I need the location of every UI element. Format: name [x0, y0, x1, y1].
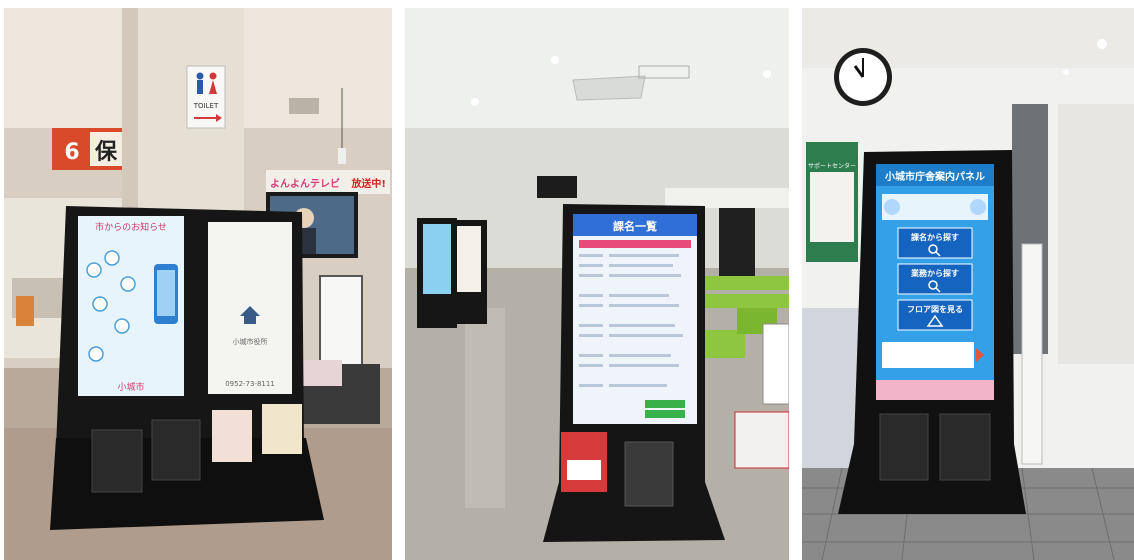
pamphlet-holder — [151, 419, 201, 481]
kiosk-screen-left-header: 市からのお知らせ — [95, 221, 167, 233]
standing-sign — [319, 275, 363, 367]
kiosk-info-box — [882, 342, 974, 368]
ceiling-light — [471, 98, 479, 106]
button-label: 課名から探す — [911, 232, 959, 242]
hanging-tv — [537, 176, 577, 198]
poster-title: サポートセンター — [808, 162, 856, 170]
kiosk-title: 小城市庁舎案内パネル — [884, 170, 985, 183]
waiting-chairs — [701, 276, 789, 290]
person-icon — [104, 250, 120, 266]
photo-lobby-single-kiosk: 課名一覧 — [405, 8, 789, 560]
person-icon — [86, 262, 102, 278]
kiosk-nav-button — [645, 400, 685, 408]
search-by-department-button: 課名から探す — [897, 227, 973, 259]
counter — [802, 308, 862, 468]
waiting-chairs — [705, 294, 789, 308]
ceiling-light — [763, 70, 771, 78]
floor-sign — [734, 411, 789, 469]
male-figure-icon — [196, 72, 204, 80]
person-icon — [92, 296, 108, 312]
person-icon — [114, 318, 130, 334]
ceiling-vent — [289, 98, 319, 114]
poster-inner — [810, 172, 854, 242]
person-icon — [120, 276, 136, 292]
kiosk-tab-bar — [579, 240, 691, 248]
ceiling-light — [1063, 69, 1069, 75]
person-icon — [88, 346, 104, 362]
counter-char: 保 — [94, 140, 118, 165]
pamphlet — [262, 404, 302, 454]
brochure — [302, 360, 342, 386]
kiosk-screen-left-footer: 小城市 — [117, 381, 144, 393]
corridor-wall — [1058, 104, 1134, 364]
kiosk-screen-right-text: 小城市役所 — [233, 337, 268, 346]
mascot-icon — [970, 199, 986, 215]
button-label: 業務から探す — [910, 268, 959, 278]
pamphlet-holder — [879, 413, 929, 481]
floor-map-button: フロア図を見る — [897, 299, 973, 331]
kiosk-screen-right-phone: 0952-73-8111 — [225, 380, 275, 388]
photo-lobby-double-kiosk: TOILET 6 保 よんよんテレビ 放送中! 市からのお知らせ 小城市 小城市… — [4, 8, 392, 560]
office-chair — [16, 296, 34, 326]
door — [719, 204, 755, 282]
pillar — [122, 8, 244, 218]
back-kiosk-screen — [457, 226, 481, 292]
window-band — [665, 188, 789, 208]
back-kiosk-screen — [423, 224, 451, 294]
button-label: フロア図を見る — [907, 304, 963, 314]
info-stand — [762, 323, 789, 405]
pillar-shadow — [122, 8, 138, 218]
waiting-chair — [705, 330, 745, 358]
tv-banner-right: 放送中! — [350, 177, 386, 190]
kiosk-screen-footer — [876, 380, 994, 400]
pamphlet-holder — [91, 429, 143, 493]
pendant-lamp — [338, 148, 346, 164]
mascot-icon — [884, 199, 900, 215]
toilet-label: TOILET — [193, 102, 219, 110]
photo-guide-panel-kiosk: サポートセンター 小城市庁舎案内パネル 課名から探す 業務から探す フロア図を見… — [802, 8, 1134, 560]
tv-banner-left: よんよんテレビ — [270, 177, 340, 190]
air-conditioner — [572, 75, 646, 101]
counter-number: 6 — [64, 140, 79, 165]
pamphlet-holder — [624, 441, 674, 507]
brochure-rack — [1021, 243, 1043, 465]
pamphlet-holder — [939, 413, 991, 481]
female-figure-icon — [209, 72, 217, 80]
pamphlet — [212, 410, 252, 462]
male-figure-body — [197, 80, 203, 94]
kiosk-screen-title: 課名一覧 — [613, 219, 657, 233]
ceiling-light — [551, 56, 559, 64]
ceiling-light — [1097, 39, 1107, 49]
floor-reflection — [465, 308, 505, 508]
search-by-service-button: 業務から探す — [897, 263, 973, 295]
kiosk-nav-button — [645, 410, 685, 418]
pamphlet-label — [567, 460, 601, 480]
